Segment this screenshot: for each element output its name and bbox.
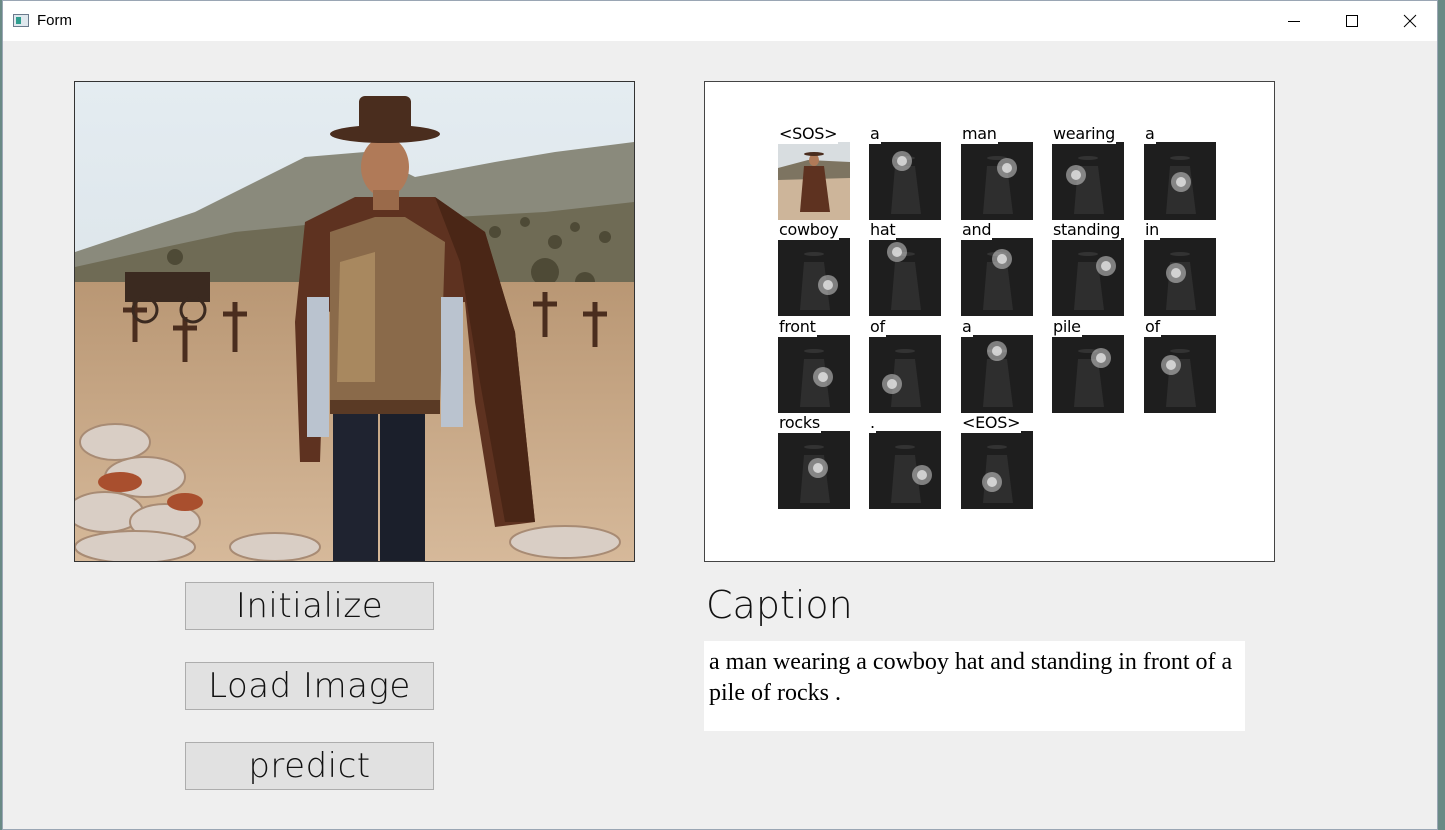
attention-thumbnail: [869, 142, 941, 220]
minimize-button[interactable]: [1265, 1, 1323, 41]
attention-thumbnail: [1052, 142, 1124, 220]
attention-token-label: a: [1144, 124, 1156, 144]
caption-text: a man wearing a cowboy hat and standing …: [704, 641, 1245, 731]
minimize-icon: [1288, 21, 1300, 22]
initialize-button[interactable]: Initialize: [185, 582, 434, 630]
attention-cell: hat: [869, 220, 943, 316]
attention-token-label: .: [869, 413, 876, 433]
attention-cell: cowboy: [778, 220, 852, 316]
attention-thumbnail: [1144, 335, 1216, 413]
main-window: Form <SOS> a man wearing a cowboy hat an…: [2, 0, 1438, 830]
predict-button[interactable]: predict: [185, 742, 434, 790]
attention-thumbnail: [778, 431, 850, 509]
attention-cell: <EOS>: [961, 413, 1035, 509]
title-bar[interactable]: Form: [3, 1, 1437, 41]
attention-cell: <SOS>: [778, 124, 852, 220]
attention-token-label: standing: [1052, 220, 1122, 240]
attention-cell: pile: [1052, 317, 1126, 413]
attention-cell: and: [961, 220, 1035, 316]
attention-token-label: <SOS>: [778, 124, 839, 144]
loaded-image-panel: [74, 81, 635, 562]
app-icon: [13, 14, 29, 27]
attention-token-label: rocks: [778, 413, 821, 433]
attention-thumbnail: [1144, 142, 1216, 220]
attention-cell: wearing: [1052, 124, 1126, 220]
attention-token-label: of: [1144, 317, 1161, 337]
attention-cell: a: [1144, 124, 1218, 220]
attention-cell: in: [1144, 220, 1218, 316]
attention-cell: a: [869, 124, 943, 220]
attention-token-label: cowboy: [778, 220, 840, 240]
attention-token-label: wearing: [1052, 124, 1116, 144]
attention-token-label: and: [961, 220, 993, 240]
attention-thumbnail: [1052, 335, 1124, 413]
attention-thumbnail: [778, 238, 850, 316]
attention-thumbnail: [961, 142, 1033, 220]
attention-token-label: <EOS>: [961, 413, 1022, 433]
attention-token-label: pile: [1052, 317, 1082, 337]
attention-token-label: front: [778, 317, 817, 337]
attention-map-panel: <SOS> a man wearing a cowboy hat and sta…: [704, 81, 1275, 562]
attention-cell: rocks: [778, 413, 852, 509]
attention-cell: of: [1144, 317, 1218, 413]
attention-thumbnail: [778, 335, 850, 413]
attention-cell: .: [869, 413, 943, 509]
attention-cell: of: [869, 317, 943, 413]
caption-heading: Caption: [706, 583, 853, 627]
load-image-button[interactable]: Load Image: [185, 662, 434, 710]
attention-cell: front: [778, 317, 852, 413]
close-button[interactable]: [1381, 1, 1439, 41]
attention-token-label: a: [961, 317, 973, 337]
close-icon: [1403, 14, 1417, 28]
attention-thumbnail: [778, 142, 850, 220]
attention-token-label: of: [869, 317, 886, 337]
attention-thumbnail: [961, 335, 1033, 413]
attention-cell: standing: [1052, 220, 1126, 316]
window-title: Form: [37, 12, 72, 29]
attention-token-label: a: [869, 124, 881, 144]
attention-token-label: hat: [869, 220, 897, 240]
attention-cell: man: [961, 124, 1035, 220]
attention-thumbnail: [961, 431, 1033, 509]
attention-token-label: man: [961, 124, 998, 144]
attention-thumbnail: [869, 335, 941, 413]
cowboy-photo: [75, 82, 634, 561]
attention-thumbnail: [1144, 238, 1216, 316]
attention-thumbnail: [961, 238, 1033, 316]
maximize-button[interactable]: [1323, 1, 1381, 41]
maximize-icon: [1346, 15, 1358, 27]
attention-token-label: in: [1144, 220, 1160, 240]
attention-thumbnail: [869, 431, 941, 509]
attention-thumbnail: [1052, 238, 1124, 316]
attention-thumbnail: [869, 238, 941, 316]
attention-cell: a: [961, 317, 1035, 413]
